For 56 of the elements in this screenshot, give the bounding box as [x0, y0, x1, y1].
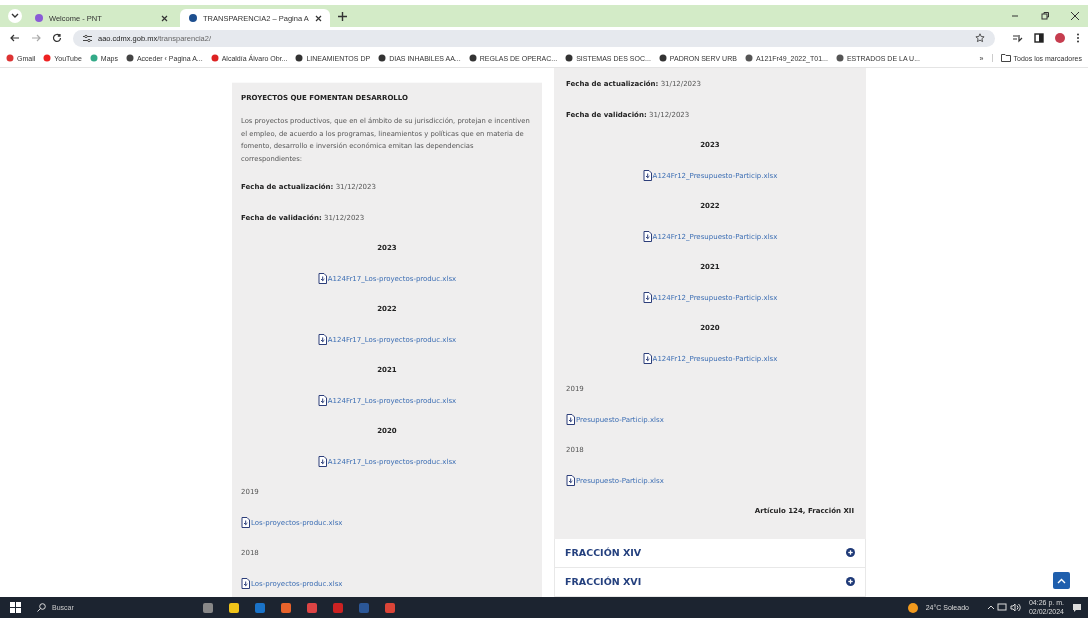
notification-icon[interactable]: [1072, 602, 1082, 613]
site-icon: [6, 54, 14, 62]
site-icon: [210, 54, 219, 62]
back-icon[interactable]: [10, 33, 20, 43]
file-download-icon: [317, 334, 327, 346]
accordion-header[interactable]: FRACCIÓN XVI: [554, 567, 866, 597]
star-icon[interactable]: [975, 33, 985, 43]
site-icon: [295, 54, 304, 62]
site-icon: [565, 54, 574, 62]
site-icon: [34, 13, 44, 23]
taskbar-app-icon[interactable]: [281, 602, 291, 613]
site-icon: [658, 54, 667, 62]
file-download-icon: [642, 170, 652, 182]
file-download-icon: [642, 231, 652, 243]
site-settings-icon[interactable]: [83, 33, 92, 43]
site-icon: [89, 54, 98, 62]
close-icon[interactable]: [315, 14, 322, 22]
restore-icon[interactable]: [1040, 11, 1050, 21]
file-download-icon: [241, 578, 250, 590]
taskbar-app-icon[interactable]: [229, 602, 239, 613]
extensions-icon[interactable]: [1012, 33, 1023, 43]
tab-list-button[interactable]: [8, 9, 22, 23]
plus-icon: [338, 11, 347, 21]
tray-icons[interactable]: [986, 603, 1021, 612]
file-download-icon: [317, 395, 327, 407]
chevron-down-icon: [11, 13, 19, 19]
file-download-icon: [317, 273, 327, 285]
site-icon: [43, 54, 52, 62]
site-icon: [468, 54, 477, 62]
taskbar-app-icon[interactable]: [203, 602, 213, 613]
weather-icon: [907, 602, 918, 613]
file-download-icon: [642, 353, 652, 365]
site-icon: [125, 54, 134, 62]
file-download-icon: [241, 517, 250, 529]
file-download-icon: [317, 456, 327, 468]
file-download-icon: [566, 475, 575, 487]
site-icon: [744, 54, 753, 62]
plus-circle-icon: [846, 577, 855, 586]
start-icon[interactable]: [10, 602, 21, 613]
reload-icon[interactable]: [52, 33, 62, 43]
sidepanel-icon[interactable]: [1034, 33, 1044, 43]
close-icon[interactable]: [161, 14, 168, 22]
scroll-to-top-button[interactable]: [1053, 572, 1070, 589]
chevron-up-icon: [1057, 577, 1066, 584]
close-icon[interactable]: [1070, 11, 1080, 21]
plus-circle-icon: [846, 548, 855, 557]
menu-icon[interactable]: [1076, 33, 1080, 43]
search-icon: [37, 603, 46, 612]
accordion-header[interactable]: FRACCIÓN XIV: [554, 538, 866, 568]
site-icon: [188, 13, 198, 23]
folder-icon: [1000, 54, 1011, 62]
site-icon: [835, 54, 844, 62]
file-download-icon: [566, 414, 575, 426]
profile-avatar[interactable]: [1055, 33, 1065, 43]
site-icon: [378, 54, 387, 62]
file-download-icon: [642, 292, 652, 304]
